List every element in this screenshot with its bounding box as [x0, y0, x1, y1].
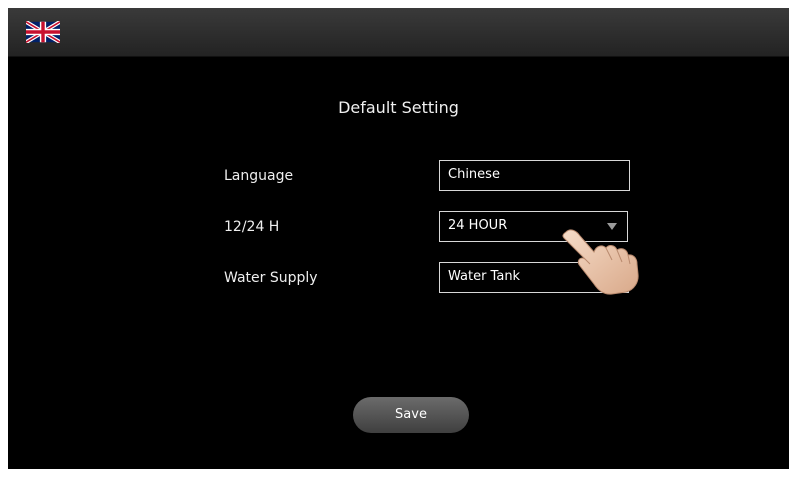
language-value: Chinese — [448, 167, 500, 182]
language-label: Language — [224, 168, 294, 184]
save-button[interactable]: Save — [353, 397, 469, 433]
language-field[interactable]: Chinese — [439, 160, 630, 191]
water-supply-value: Water Tank — [448, 269, 521, 284]
time-format-value: 24 HOUR — [448, 218, 508, 233]
top-bar — [8, 8, 789, 57]
uk-flag-icon[interactable] — [26, 21, 60, 43]
screen: Default Setting Language Chinese 12/24 H… — [8, 8, 789, 469]
water-supply-label: Water Supply — [224, 270, 318, 286]
pointing-hand-icon — [562, 229, 639, 295]
time-format-label: 12/24 H — [224, 219, 280, 235]
page-title: Default Setting — [338, 98, 459, 117]
